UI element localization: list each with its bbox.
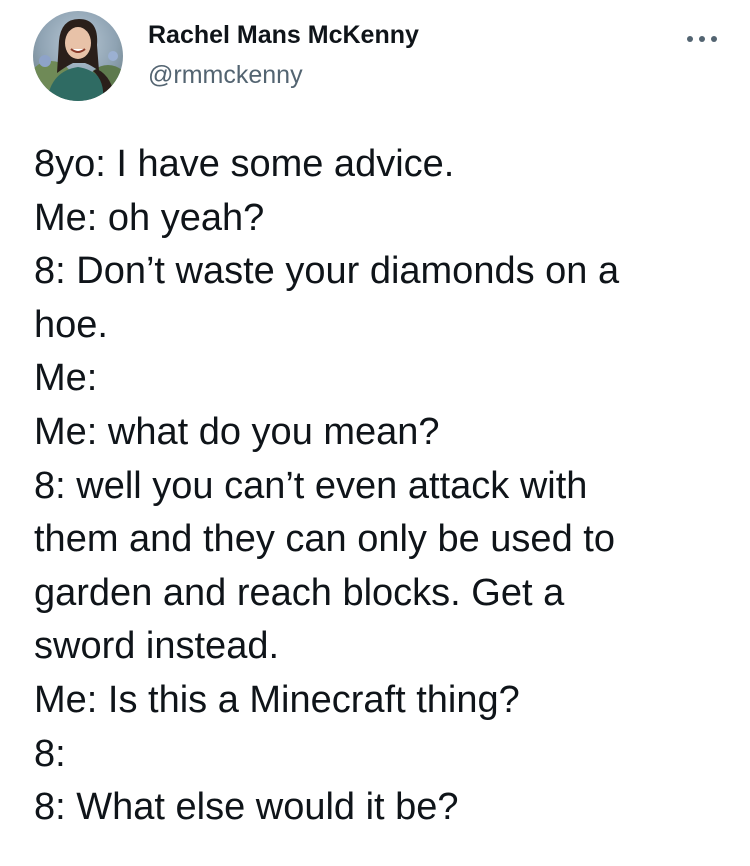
tweet-line: hoe.	[34, 303, 108, 346]
tweet-text: 8yo: I have some advice. Me: oh yeah? 8:…	[34, 138, 734, 835]
handle[interactable]: @rmmckenny	[148, 60, 419, 90]
avatar-photo	[33, 11, 123, 101]
tweet-card: Rachel Mans McKenny @rmmckenny 8yo: I ha…	[0, 0, 750, 866]
more-options-icon	[687, 36, 717, 42]
tweet-line: garden and reach blocks. Get a	[34, 571, 565, 614]
tweet-line: 8: well you can’t even attack with	[34, 464, 588, 507]
tweet-line: sword instead.	[34, 625, 280, 668]
tweet-line: 8: What else would it be?	[34, 786, 459, 829]
author-info[interactable]: Rachel Mans McKenny @rmmckenny	[148, 20, 419, 90]
avatar[interactable]	[33, 11, 123, 101]
tweet-line: 8: Don’t waste your diamonds on a	[34, 250, 620, 293]
tweet-line: Me: what do you mean?	[34, 410, 440, 453]
tweet-line: Me: oh yeah?	[34, 196, 265, 239]
tweet-line: Me: Is this a Minecraft thing?	[34, 678, 520, 721]
tweet-line: them and they can only be used to	[34, 518, 615, 561]
more-options-button[interactable]	[684, 28, 720, 50]
display-name[interactable]: Rachel Mans McKenny	[148, 20, 419, 50]
tweet-line: Me:	[34, 357, 98, 400]
tweet-line: 8:	[34, 732, 66, 775]
tweet-line: 8yo: I have some advice.	[34, 143, 455, 185]
